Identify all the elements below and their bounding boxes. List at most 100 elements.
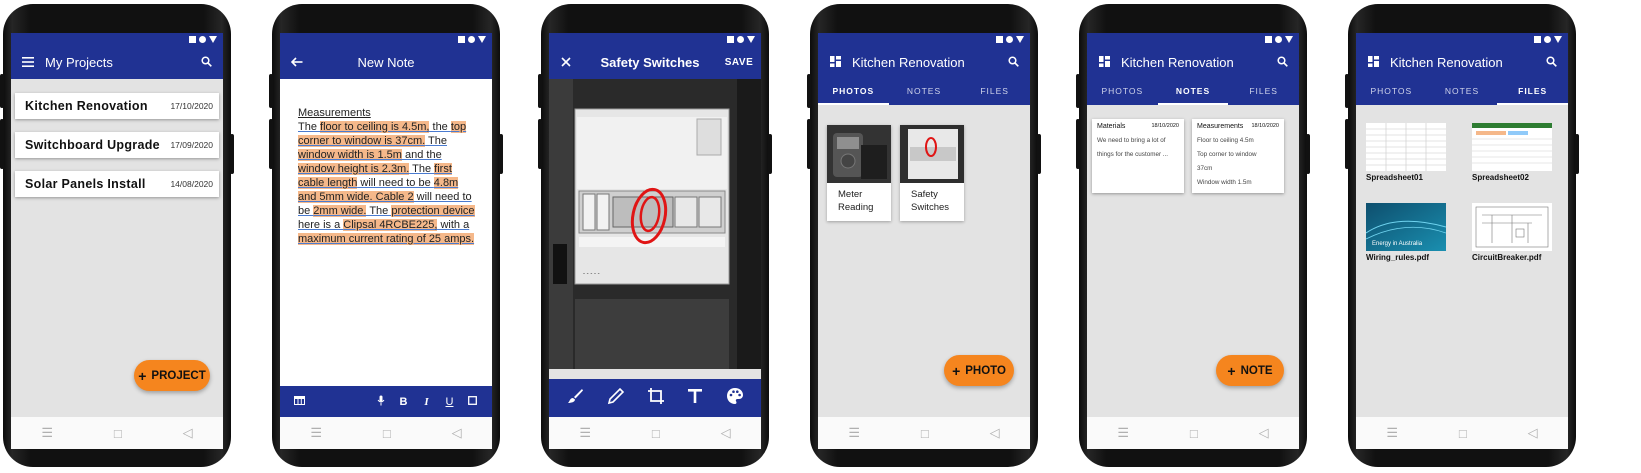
file-item[interactable]: Energy in Australia Wiring_rules.pdf xyxy=(1366,203,1446,262)
dashboard-icon[interactable] xyxy=(818,54,852,72)
dashboard-icon[interactable] xyxy=(1087,54,1121,72)
tab-photos[interactable]: PHOTOS xyxy=(1356,79,1427,105)
tab-notes[interactable]: NOTES xyxy=(1427,79,1498,105)
tab-notes[interactable]: NOTES xyxy=(889,79,960,105)
back-nav-icon[interactable]: ◁ xyxy=(1528,425,1538,441)
project-card[interactable]: Solar Panels Install 14/08/2020 xyxy=(15,171,219,197)
note-card[interactable]: Measurements 18/10/2020 Floor to ceiling… xyxy=(1192,119,1284,193)
project-date: 17/10/2020 xyxy=(170,101,213,111)
back-nav-icon[interactable]: ◁ xyxy=(990,425,1000,441)
tab-files[interactable]: FILES xyxy=(1228,79,1299,105)
home-icon[interactable]: □ xyxy=(921,426,929,441)
text-icon[interactable] xyxy=(687,388,703,409)
photo-caption: Safety xyxy=(911,189,938,200)
wifi-icon xyxy=(458,36,465,43)
home-icon[interactable]: □ xyxy=(1190,426,1198,441)
menu-icon[interactable] xyxy=(11,54,45,72)
recents-icon[interactable]: ☰ xyxy=(848,425,860,441)
home-icon[interactable]: □ xyxy=(1459,426,1467,441)
recents-icon[interactable]: ☰ xyxy=(1386,425,1398,441)
note-text-run: the xyxy=(429,121,451,133)
palette-icon[interactable] xyxy=(726,387,744,410)
tab-notes[interactable]: NOTES xyxy=(1157,79,1229,105)
home-icon[interactable]: □ xyxy=(383,426,391,441)
note-text-run: with a xyxy=(437,219,470,231)
recents-icon[interactable]: ☰ xyxy=(1117,425,1129,441)
close-icon[interactable] xyxy=(549,54,583,72)
back-arrow-icon[interactable] xyxy=(280,54,314,72)
home-icon[interactable]: □ xyxy=(652,426,660,441)
checkbox-icon[interactable] xyxy=(461,395,484,408)
battery-icon xyxy=(209,36,217,43)
file-item[interactable]: Spreadsheet02 xyxy=(1472,123,1552,182)
home-icon[interactable]: □ xyxy=(114,426,122,441)
note-preview-line: Top corner to window xyxy=(1197,151,1257,158)
back-nav-icon[interactable]: ◁ xyxy=(183,425,193,441)
note-preview: We need to bring a lot of things for the… xyxy=(1097,137,1169,158)
project-date: 17/09/2020 xyxy=(170,140,213,150)
recents-icon[interactable]: ☰ xyxy=(579,425,591,441)
tab-photos[interactable]: PHOTOS xyxy=(1087,79,1158,105)
underline-button[interactable]: U xyxy=(438,396,461,408)
photo-canvas[interactable]: - - - - - xyxy=(549,79,761,369)
status-bar xyxy=(818,33,1030,46)
edit-toolbar xyxy=(549,379,761,417)
tab-files[interactable]: FILES xyxy=(959,79,1030,105)
tab-files[interactable]: FILES xyxy=(1497,79,1568,105)
search-icon[interactable] xyxy=(1534,55,1568,70)
project-card[interactable]: Kitchen Renovation 17/10/2020 xyxy=(15,93,219,119)
back-nav-icon[interactable]: ◁ xyxy=(452,425,462,441)
system-nav-bar: ☰ □ ◁ xyxy=(549,417,761,449)
meter-photo xyxy=(827,125,891,183)
phone-projects: My Projects Kitchen Renovation 17/10/202… xyxy=(0,4,234,467)
file-item[interactable]: CircuitBreaker.pdf xyxy=(1472,203,1552,262)
mic-icon[interactable] xyxy=(369,395,392,409)
bold-button[interactable]: B xyxy=(392,396,415,408)
highlighted-text: protection device xyxy=(391,205,475,217)
project-card[interactable]: Switchboard Upgrade 17/09/2020 xyxy=(15,132,219,158)
project-name: Solar Panels Install xyxy=(25,177,146,191)
photo-card[interactable]: Safety Switches xyxy=(900,125,964,221)
note-date: 18/10/2020 xyxy=(1251,123,1279,129)
brush-icon[interactable] xyxy=(566,387,584,410)
photo-card[interactable]: Meter Reading xyxy=(827,125,891,221)
crop-icon[interactable] xyxy=(647,387,665,410)
back-nav-icon[interactable]: ◁ xyxy=(1259,425,1269,441)
fab-label: NOTE xyxy=(1240,364,1273,377)
note-text[interactable]: Measurements The floor to ceiling is 4.5… xyxy=(298,106,476,246)
italic-button[interactable]: I xyxy=(415,396,438,408)
add-project-button[interactable]: + PROJECT xyxy=(134,360,210,391)
pdf-cover-text: Energy in Australia xyxy=(1372,241,1423,247)
note-card[interactable]: Materials 18/10/2020 We need to bring a … xyxy=(1092,119,1184,193)
tab-bar: PHOTOS NOTES FILES xyxy=(1087,79,1299,105)
tab-bar: PHOTOS NOTES FILES xyxy=(1356,79,1568,105)
status-bar xyxy=(549,33,761,46)
phone-project-files: Kitchen Renovation PHOTOS NOTES FILES Sp… xyxy=(1345,4,1579,467)
recents-icon[interactable]: ☰ xyxy=(41,425,53,441)
search-icon[interactable] xyxy=(189,55,223,70)
status-bar xyxy=(1356,33,1568,46)
tab-photos[interactable]: PHOTOS xyxy=(818,79,889,105)
recents-icon[interactable]: ☰ xyxy=(310,425,322,441)
wifi-icon xyxy=(1534,36,1541,43)
highlighted-text: floor to ceiling is 4.5m, xyxy=(320,121,430,133)
search-icon[interactable] xyxy=(996,55,1030,70)
add-photo-button[interactable]: + PHOTO xyxy=(944,355,1014,386)
highlighted-text: window width is 1.5m xyxy=(298,149,402,161)
file-name: Wiring_rules.pdf xyxy=(1366,253,1430,262)
pencil-icon[interactable] xyxy=(607,387,625,410)
photo-grid: Meter Reading Safety Switches xyxy=(827,125,964,221)
spreadsheet-thumb xyxy=(1366,123,1446,171)
save-button[interactable]: SAVE xyxy=(717,57,761,68)
file-item[interactable]: Spreadsheet01 xyxy=(1366,123,1446,182)
page-title: Kitchen Renovation xyxy=(852,55,965,70)
phone-photo-editor: Safety Switches SAVE - - - - - ☰ □ ◁ xyxy=(538,4,772,467)
dashboard-icon[interactable] xyxy=(1356,54,1390,72)
add-note-button[interactable]: + NOTE xyxy=(1216,355,1284,386)
search-icon[interactable] xyxy=(1265,55,1299,70)
battery-icon xyxy=(478,36,486,43)
highlighted-text: window height is 2.3m. xyxy=(298,163,410,175)
note-preview-line: Floor to ceiling 4.5m xyxy=(1197,137,1254,144)
table-icon[interactable] xyxy=(288,395,311,408)
back-nav-icon[interactable]: ◁ xyxy=(721,425,731,441)
